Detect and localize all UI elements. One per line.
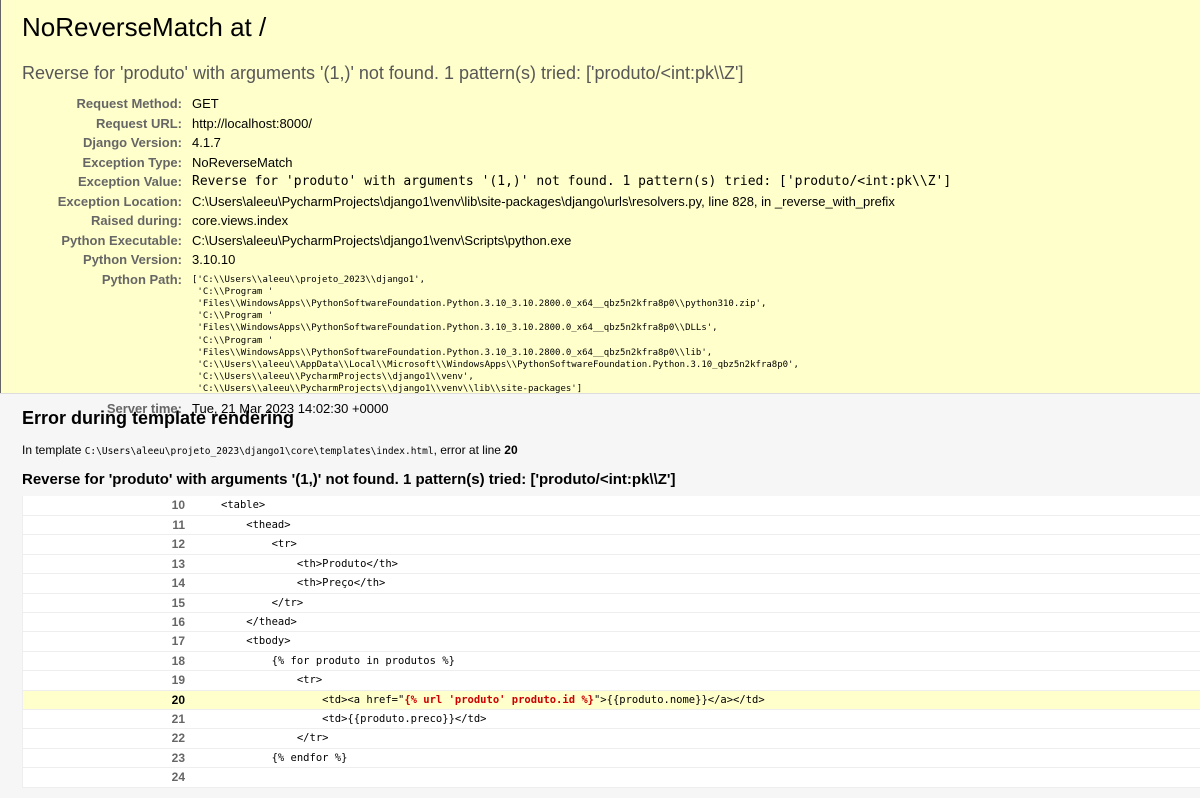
source-line-number: 14 [22, 573, 191, 594]
meta-value: Tue, 21 Mar 2023 14:02:30 +0000 [192, 400, 389, 416]
source-line: 24 [22, 767, 1200, 788]
meta-value: http://localhost:8000/ [192, 115, 312, 131]
source-line: 13 <th>Produto</th> [22, 554, 1200, 575]
source-line-number: 11 [22, 515, 191, 536]
meta-value: C:\Users\aleeu\PycharmProjects\django1\v… [192, 232, 572, 248]
meta-row-python-executable: Python Executable: C:\Users\aleeu\Pychar… [22, 231, 951, 251]
source-line-number: 13 [22, 554, 191, 575]
source-line-code: <th>Preço</th> [191, 573, 1200, 594]
source-line-number: 17 [22, 631, 191, 652]
source-line-code: {% for produto in produtos %} [191, 651, 1200, 672]
meta-label: Exception Location: [57, 193, 182, 209]
meta-row-server-time: Server time: Tue, 21 Mar 2023 14:02:30 +… [22, 399, 951, 419]
source-line-number: 20 [22, 690, 191, 710]
source-line-code: <tr> [191, 670, 1200, 691]
source-line: 14 <th>Preço</th> [22, 573, 1200, 594]
meta-value: NoReverseMatch [192, 154, 293, 170]
source-line-code [191, 767, 1200, 788]
source-line-code: </tr> [191, 728, 1200, 749]
meta-value: core.views.index [192, 213, 289, 228]
source-line: 18 {% for produto in produtos %} [22, 651, 1200, 672]
source-line-code: <tr> [191, 534, 1200, 555]
source-line: 23 {% endfor %} [22, 748, 1200, 769]
meta-value: C:\Users\aleeu\PycharmProjects\django1\v… [192, 193, 895, 209]
template-error-message: Reverse for 'produto' with arguments '(1… [22, 471, 676, 488]
source-line-number: 18 [22, 651, 191, 672]
meta-label: Request URL: [96, 115, 182, 131]
meta-label: Exception Value: [77, 174, 182, 189]
meta-value: 3.10.10 [192, 252, 236, 267]
source-line-code: {% endfor %} [191, 748, 1200, 769]
source-line-number: 24 [22, 767, 191, 788]
source-line-code: <table> [191, 496, 1200, 516]
meta-value: Reverse for 'produto' with arguments '(1… [192, 174, 952, 189]
meta-label: Request Method: [76, 96, 182, 111]
meta-label: Server time: [106, 400, 182, 416]
source-line-number: 19 [22, 670, 191, 691]
meta-row-django-version: Django Version: 4.1.7 [22, 133, 951, 153]
source-line-number: 16 [22, 612, 191, 633]
source-line: 10 <table> [22, 496, 1200, 516]
meta-label: Django Version: [83, 135, 182, 150]
meta-row-request-method: Request Method: GET [22, 94, 951, 114]
exception-message: Reverse for 'produto' with arguments '(1… [22, 63, 744, 83]
python-path-value: ['C:\\Users\\aleeu\\projeto_2023\\django… [192, 274, 799, 395]
meta-label: Python Version: [83, 252, 182, 267]
meta-row-request-url: Request URL: http://localhost:8000/ [22, 114, 951, 134]
meta-row-python-version: Python Version: 3.10.10 [22, 250, 951, 270]
source-line-code: <th>Produto</th> [191, 554, 1200, 575]
source-line: 11 <thead> [22, 515, 1200, 536]
source-line-number: 10 [22, 496, 191, 516]
source-line-error: 20 <td><a href="{% url 'produto' produto… [22, 690, 1200, 710]
meta-row-exception-type: Exception Type: NoReverseMatch [22, 153, 951, 173]
code-before: <td><a href=" [221, 693, 405, 706]
source-line-number: 22 [22, 728, 191, 749]
source-line-code: <td>{{produto.preco}}</td> [191, 709, 1200, 730]
source-line-number: 12 [22, 534, 191, 555]
source-line: 21 <td>{{produto.preco}}</td> [22, 709, 1200, 730]
source-line: 16 </thead> [22, 612, 1200, 633]
page-title: NoReverseMatch at / [22, 12, 267, 42]
meta-row-python-path: Python Path: ['C:\\Users\\aleeu\\projeto… [22, 270, 951, 399]
in-template-label: In template [22, 443, 85, 457]
meta-label: Exception Type: [82, 154, 182, 170]
meta-label: Python Executable: [61, 232, 182, 248]
meta-label: Raised during: [90, 213, 182, 228]
source-line: 15 </tr> [22, 593, 1200, 613]
source-line-number: 15 [22, 593, 191, 613]
meta-value: GET [192, 96, 219, 111]
source-line-code: <thead> [191, 515, 1200, 536]
source-line: 12 <tr> [22, 534, 1200, 555]
meta-row-exception-location: Exception Location: C:\Users\aleeu\Pycha… [22, 192, 951, 212]
source-line-code: </tr> [191, 593, 1200, 613]
source-line-code: <tbody> [191, 631, 1200, 652]
source-line: 22 </tr> [22, 728, 1200, 749]
source-line-code: <td><a href="{% url 'produto' produto.id… [191, 690, 1200, 710]
summary-panel: NoReverseMatch at / Reverse for 'produto… [0, 0, 1200, 416]
meta-value-cell: ['C:\\Users\\aleeu\\projeto_2023\\django… [192, 270, 951, 399]
meta-label: Python Path: [101, 271, 182, 287]
request-meta-table: Request Method: GET Request URL: http://… [22, 94, 951, 418]
source-line: 17 <tbody> [22, 631, 1200, 652]
error-line-number: 20 [504, 443, 518, 457]
template-source-table: 10 <table> 11 <thead> 12 <tr> 13 <th>Pro… [22, 496, 1200, 788]
code-after: ">{{produto.nome}}</a></td> [593, 693, 765, 706]
meta-row-exception-value: Exception Value: Reverse for 'produto' w… [22, 172, 951, 192]
template-location: In template C:\Users\aleeu\projeto_2023\… [22, 441, 1200, 461]
template-error-panel: Error during template rendering In templ… [0, 394, 1200, 798]
error-at-line-label: , error at line [433, 443, 505, 457]
meta-value: 4.1.7 [192, 135, 221, 150]
source-line: 19 <tr> [22, 670, 1200, 691]
template-path: C:\Users\aleeu\projeto_2023\django1\core… [84, 446, 434, 457]
source-line-number: 21 [22, 709, 191, 730]
error-highlight: {% url 'produto' produto.id %} [404, 693, 594, 706]
source-line-number: 23 [22, 748, 191, 769]
source-line-code: </thead> [191, 612, 1200, 633]
meta-row-raised-during: Raised during: core.views.index [22, 211, 951, 231]
